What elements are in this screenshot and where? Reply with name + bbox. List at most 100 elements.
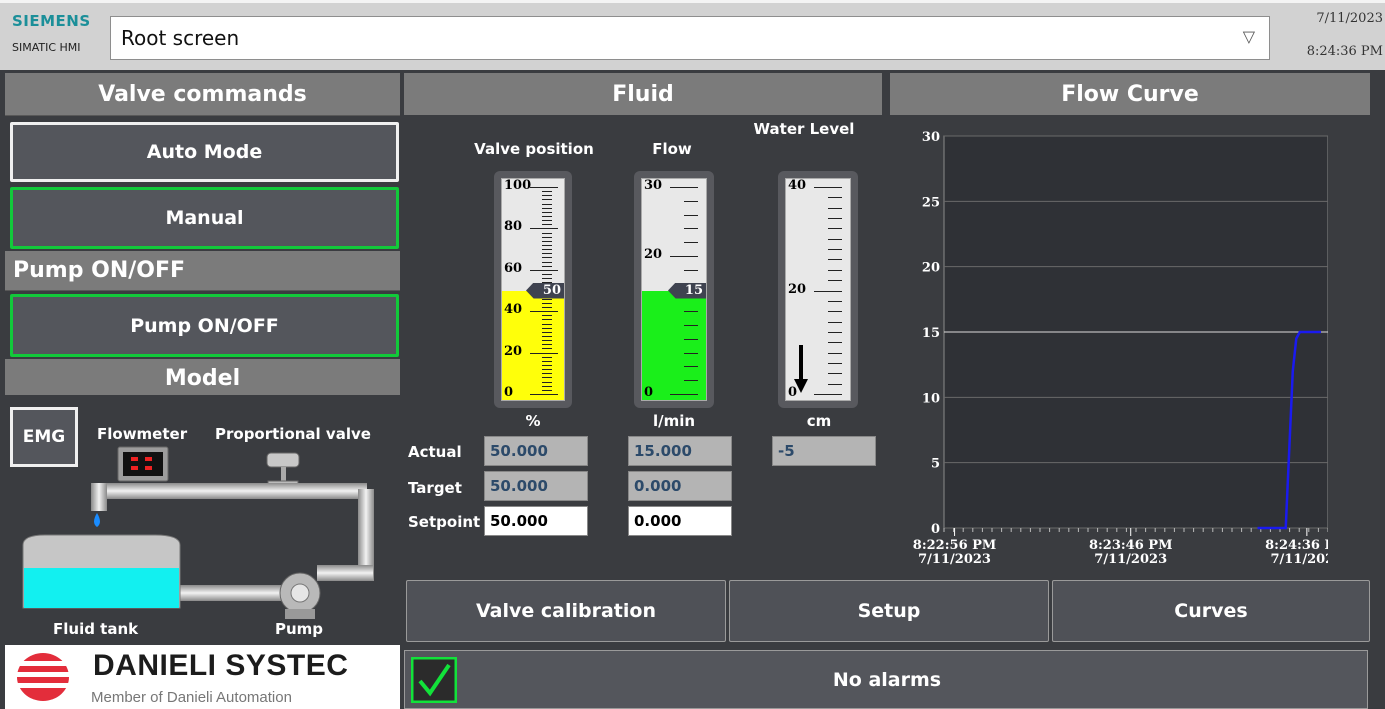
setup-button[interactable]: Setup [729,580,1049,642]
gauge-label-flow: Flow [652,140,692,158]
x-tick-time: 8:23:46 PM [1089,538,1173,553]
flow-actual-value: 15.000 [628,436,732,466]
gauge-tick [542,327,552,329]
gauge-tick [542,211,552,213]
gauge-tick [542,340,552,342]
gauge-tick [828,300,842,302]
x-tick-time: 8:24:36 PM [1265,538,1328,553]
screen-selector[interactable]: Root screen ▽ [110,16,1270,60]
gauge-tick [684,366,698,368]
flow-trend-chart: 0055101015152020252530308:22:56 PM7/11/2… [913,130,1328,567]
gauge-tick [684,311,698,313]
gauge-tick [828,321,842,323]
valve-calibration-button[interactable]: Valve calibration [406,580,726,642]
gauge-tick [542,336,552,338]
gauge-tick [542,348,552,350]
arrow-down-icon [794,345,808,393]
curves-button[interactable]: Curves [1052,580,1370,642]
gauge-tick [542,278,552,280]
gauge-major-tick [530,394,558,395]
gauge-tick [542,377,552,379]
gauge-tick [542,356,552,358]
gauge-tick [542,240,552,242]
pump-section-header: Pump ON/OFF [5,251,400,291]
gauge-tick-label: 20 [788,281,807,297]
gauge-tick [542,360,552,362]
fluid-header: Fluid [404,73,882,116]
company-tagline: Member of Danieli Automation [91,689,292,706]
gauge-major-tick [670,187,698,188]
pump-label: Pump [275,620,324,638]
y-tick-label-left: 15 [922,326,940,341]
gauge-tick-label: 60 [504,260,523,276]
actual-label: Actual [408,443,462,461]
auto-mode-button[interactable]: Auto Mode [10,122,399,182]
gauge-major-tick [530,352,558,354]
y-tick-label-left: 25 [922,195,940,210]
gauge-tick [828,228,842,230]
gauge-tick-label: 20 [644,247,663,262]
gauge-tick [542,319,552,321]
y-tick-label-left: 5 [931,457,940,472]
gauge-major-tick [670,256,698,257]
gauge-tick [542,273,552,275]
gauge-tick [542,195,552,197]
valve-commands-header: Valve commands [5,73,400,116]
gauge-tick [542,323,552,325]
gauge-major-tick [530,228,558,230]
flow-setpoint-input[interactable]: 0.000 [628,506,732,536]
flow-curve-header: Flow Curve [890,73,1370,116]
fluid-tank-label: Fluid tank [53,620,139,638]
gauge-major-tick [814,290,842,292]
flow-pointer: 15 [668,282,706,299]
setpoint-label: Setpoint [408,513,481,531]
gauge-tick [828,280,842,282]
gauge-tick [542,331,552,333]
gauge-label-water-level: Water Level [753,120,855,138]
gauge-tick [542,232,552,234]
gauge-tick [828,249,842,251]
fluid-panel: Valve position Flow Water Level 100 80 60 4… [404,115,882,573]
gauge-tick [542,389,552,391]
gauge-tick-label: 0 [504,385,514,400]
chevron-down-icon[interactable]: ▽ [1243,27,1255,46]
gauge-tick [684,352,698,354]
gauge-tick [542,344,552,346]
flowmeter-icon [117,446,169,482]
gauge-tick [828,207,842,209]
top-bar: SIEMENS SIMATIC HMI Root screen ▽ 7/11/2… [0,0,1385,70]
unit-percent: % [525,412,541,430]
y-tick-label-left: 0 [931,522,940,537]
y-tick-label-left: 20 [922,261,940,276]
gauge-tick [684,242,698,244]
gauge-tick [828,373,842,375]
gauge-tick [828,269,842,271]
gauge-tick [542,257,552,259]
current-time: 8:24:36 PM [1306,44,1383,59]
gauge-tick [542,244,552,246]
y-tick-label-left: 10 [922,391,940,406]
gauge-tick [542,365,552,367]
gauge-tick [542,298,552,300]
water-level-gauge: 40 20 0 [778,171,858,408]
gauge-tick [828,311,842,313]
valve-setpoint-input[interactable]: 50.000 [484,506,588,536]
process-model: EMG Flowmeter Proportional valve Fluid t… [5,395,400,645]
gauge-tick-label: 40 [788,178,807,193]
gauge-tick [542,265,552,267]
level-actual-value: -5 [772,436,876,466]
pump-toggle-button[interactable]: Pump ON/OFF [10,294,399,357]
pump-icon [279,572,321,619]
gauge-tick [684,214,698,216]
valve-position-gauge: 100 80 60 40 20 0 50 [494,171,572,408]
gauge-tick-label: 80 [504,219,523,235]
gauge-label-valve-position: Valve position [474,140,594,158]
gauge-tick [828,362,842,364]
alarm-bar[interactable]: No alarms [404,650,1368,709]
screen-name: Root screen [121,26,240,50]
gauge-tick-label: 0 [644,385,654,400]
manual-button[interactable]: Manual [10,187,399,249]
gauge-tick [542,215,552,217]
gauge-tick [542,224,552,226]
gauge-tick [684,228,698,230]
